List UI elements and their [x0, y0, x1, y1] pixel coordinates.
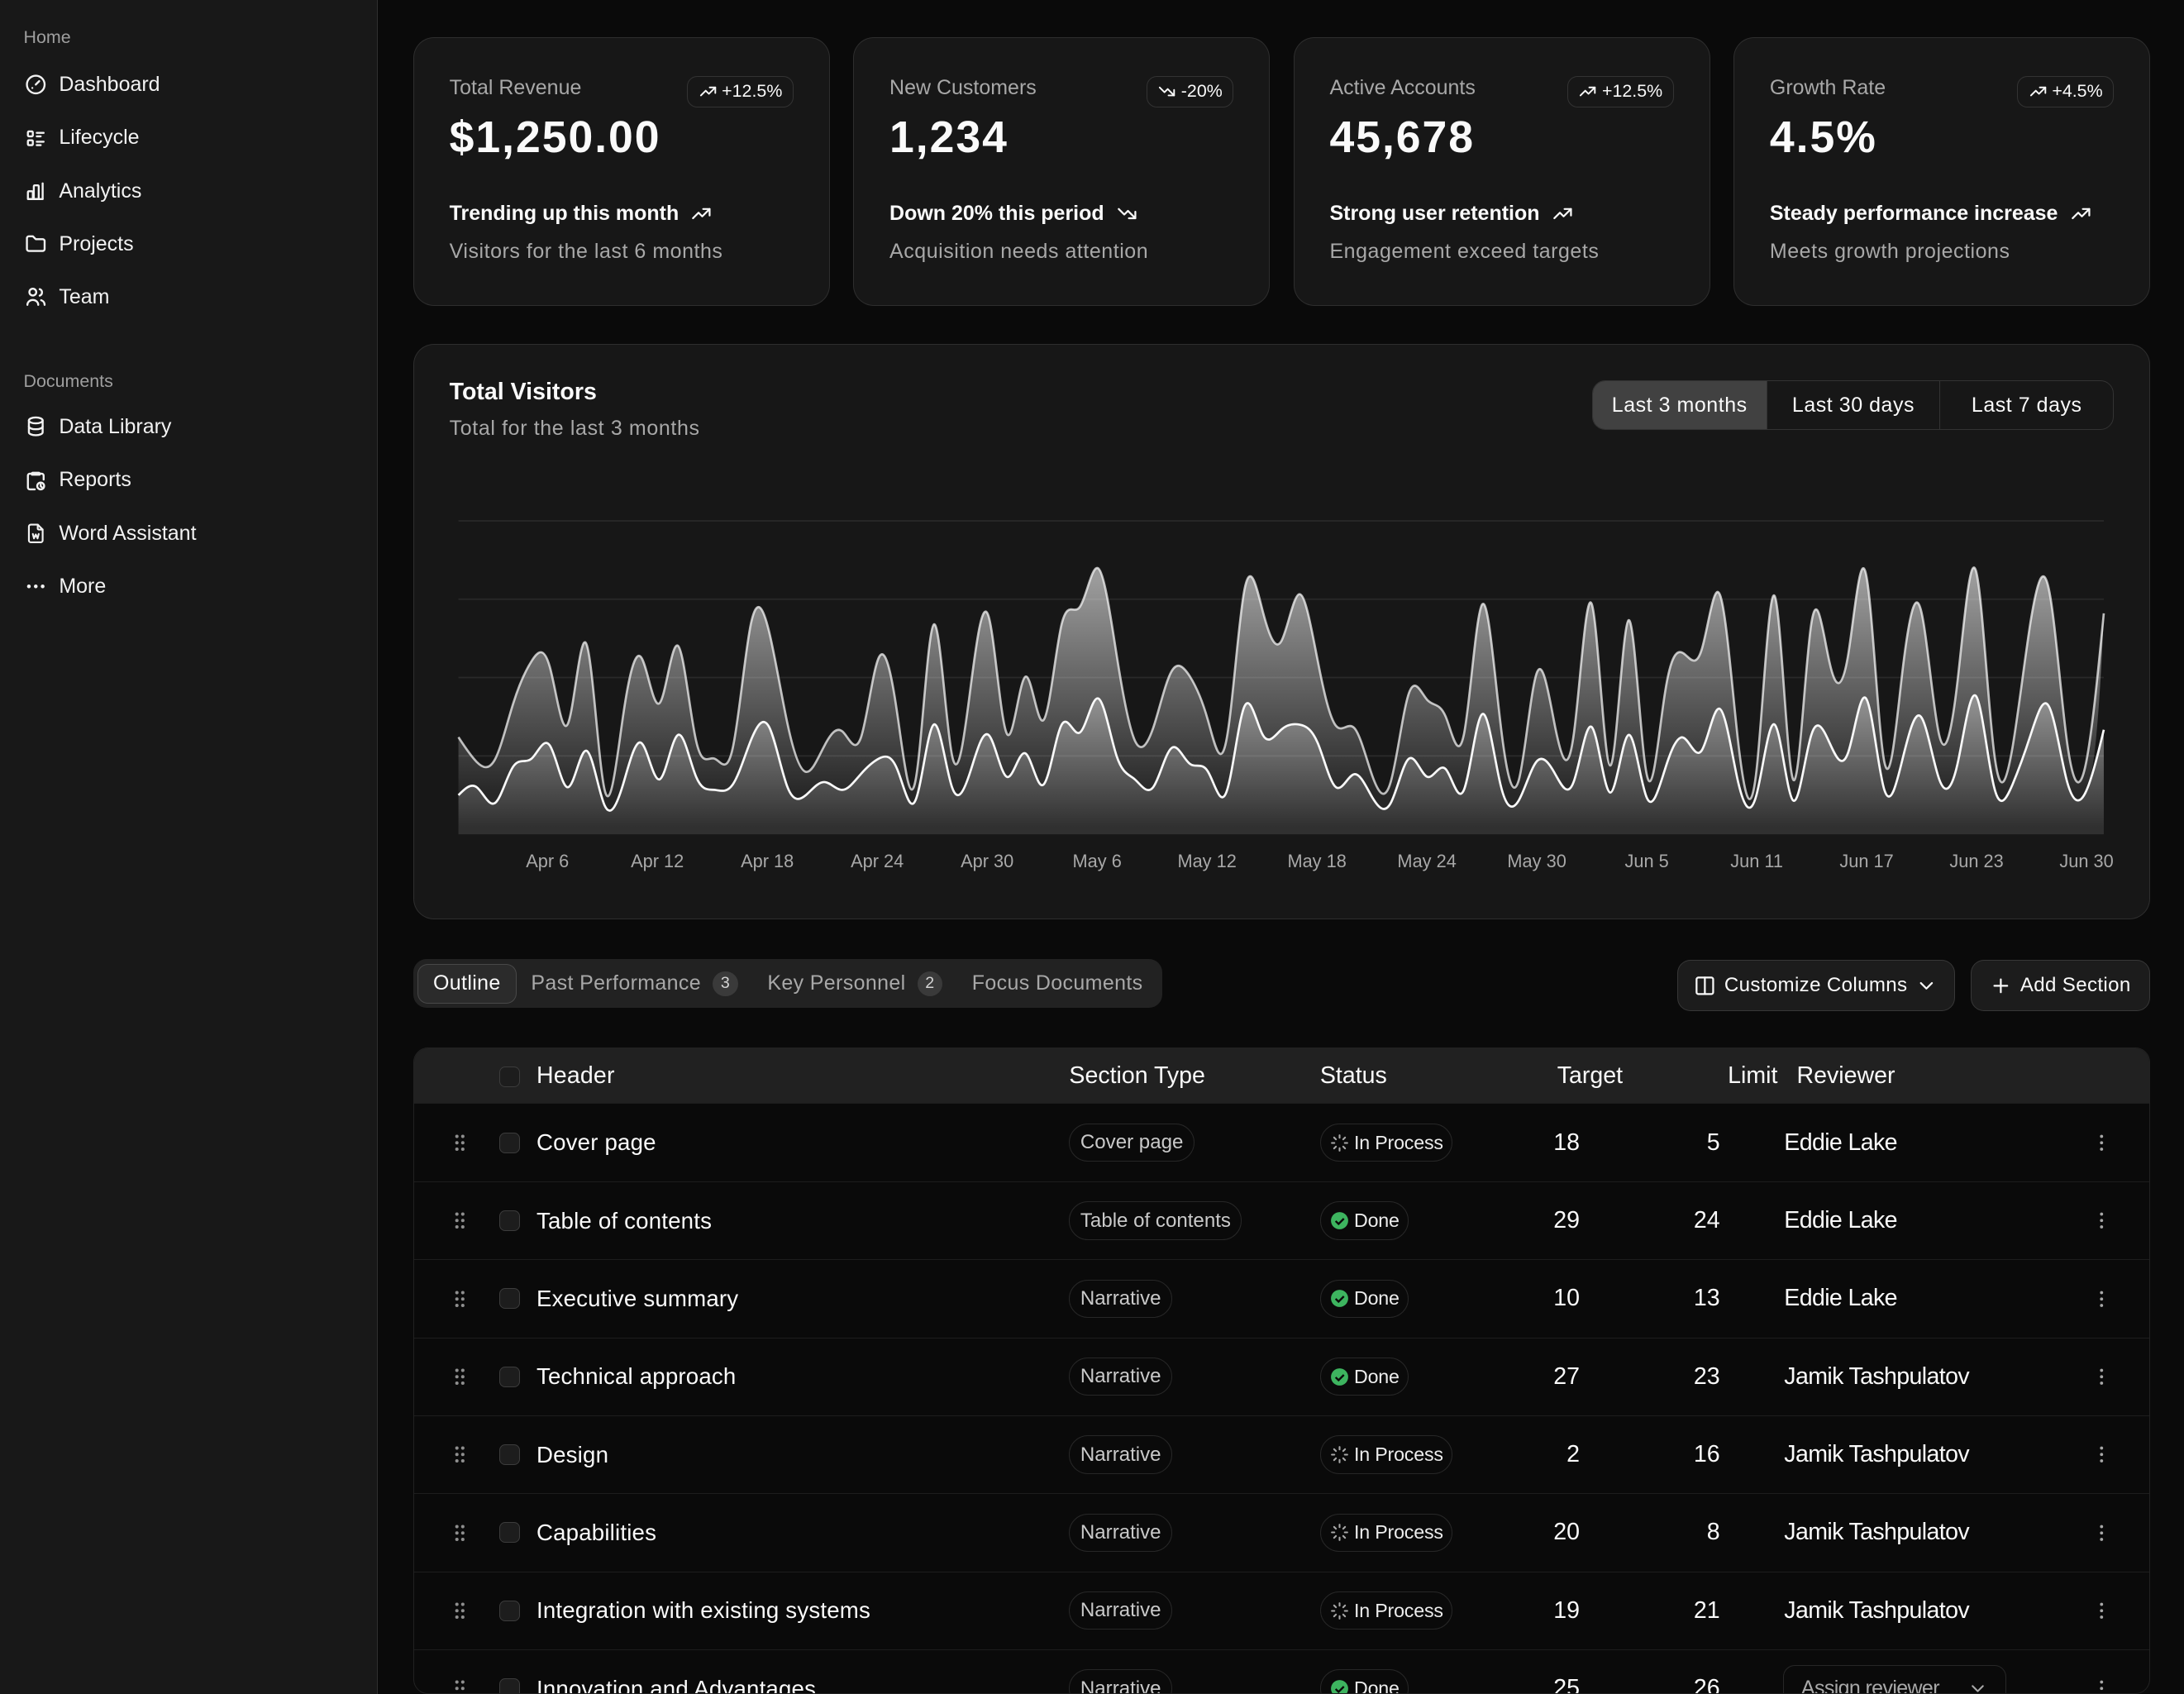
- svg-text:May 30: May 30: [1507, 851, 1566, 871]
- svg-text:May 12: May 12: [1177, 851, 1236, 871]
- svg-text:Jun 5: Jun 5: [1624, 851, 1668, 871]
- svg-text:Apr 12: Apr 12: [631, 851, 684, 871]
- svg-text:Apr 6: Apr 6: [526, 851, 569, 871]
- svg-text:May 24: May 24: [1397, 851, 1456, 871]
- svg-text:Jun 23: Jun 23: [1949, 851, 2003, 871]
- svg-text:Apr 24: Apr 24: [851, 851, 904, 871]
- svg-text:Jun 30: Jun 30: [2059, 851, 2113, 871]
- svg-text:May 18: May 18: [1287, 851, 1346, 871]
- svg-text:May 6: May 6: [1072, 851, 1121, 871]
- svg-text:Jun 11: Jun 11: [1730, 851, 1783, 871]
- svg-text:Apr 30: Apr 30: [961, 851, 1013, 871]
- svg-text:Apr 18: Apr 18: [741, 851, 794, 871]
- svg-text:Jun 17: Jun 17: [1839, 851, 1893, 871]
